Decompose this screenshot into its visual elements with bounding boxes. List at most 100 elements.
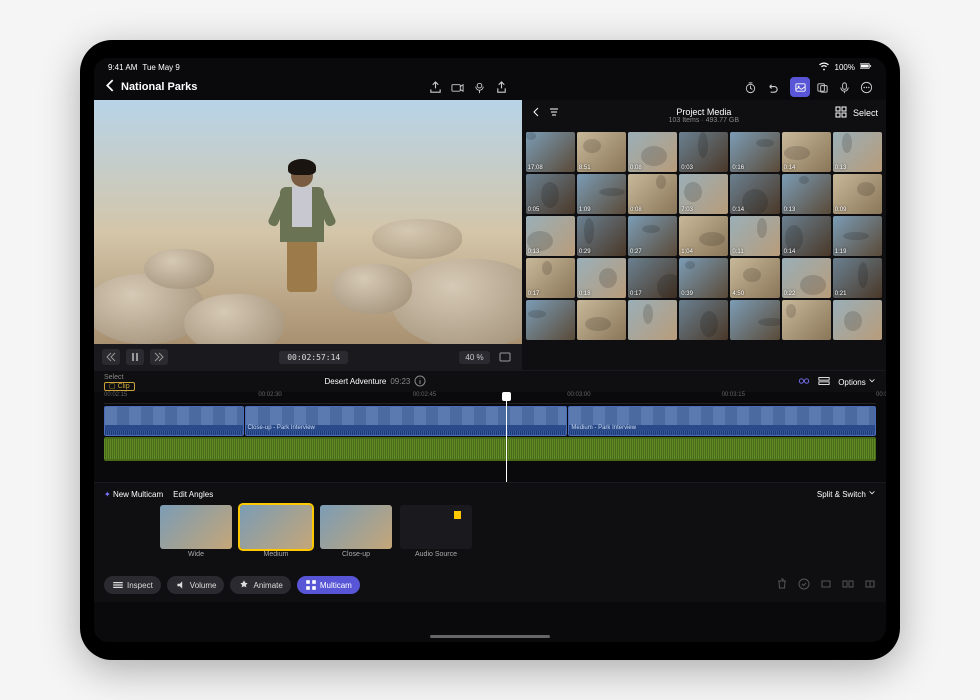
media-thumbnail[interactable]: [730, 300, 779, 340]
camera-button[interactable]: [448, 77, 468, 97]
browser-filter-button[interactable]: [548, 106, 560, 120]
media-thumbnail[interactable]: [577, 300, 626, 340]
edit-angles-button[interactable]: Edit Angles: [173, 490, 213, 499]
new-multicam-button[interactable]: ✦ New Multicam: [104, 490, 163, 499]
media-thumbnail[interactable]: [833, 174, 882, 214]
timer-button[interactable]: [740, 77, 760, 97]
ruler-tick: 00:02:30: [258, 392, 281, 398]
split-switch-button[interactable]: Split & Switch: [817, 489, 876, 499]
media-thumbnail[interactable]: [679, 174, 728, 214]
media-thumbnail[interactable]: [782, 174, 831, 214]
media-thumbnail[interactable]: [577, 258, 626, 298]
media-thumbnail[interactable]: [833, 300, 882, 340]
media-thumbnail[interactable]: [782, 258, 831, 298]
viewer-timecode[interactable]: 00:02:57:14: [279, 351, 348, 364]
next-frame-button[interactable]: [150, 349, 168, 365]
overlay-button[interactable]: [790, 77, 810, 97]
ruler-tick: 00:02:15: [104, 392, 127, 398]
timeline[interactable]: 00:02:1500:02:3000:02:4500:03:0000:03:15…: [94, 392, 886, 482]
multicam-angle[interactable]: Audio Source: [400, 505, 472, 558]
viewer-controls: 00:02:57:14 40 %: [94, 344, 522, 370]
media-thumbnail[interactable]: [628, 258, 677, 298]
timeline-ruler[interactable]: 00:02:1500:02:3000:02:4500:03:0000:03:15…: [104, 392, 876, 404]
media-thumbnail[interactable]: [782, 132, 831, 172]
home-indicator[interactable]: [430, 635, 550, 638]
playhead[interactable]: [506, 392, 507, 482]
video-clip[interactable]: Close-up - Park Interview: [245, 406, 568, 436]
media-thumbnail[interactable]: [730, 216, 779, 256]
media-thumbnail[interactable]: [526, 300, 575, 340]
volume-button[interactable]: Volume: [167, 576, 225, 594]
back-button[interactable]: National Parks: [104, 79, 197, 95]
options-button[interactable]: Options: [838, 377, 876, 387]
connect-clips-icon[interactable]: [798, 375, 810, 389]
media-thumbnail[interactable]: [526, 132, 575, 172]
approve-button[interactable]: [798, 578, 810, 592]
project-duration: 09:23: [390, 377, 410, 386]
ruler-tick: 00:03:00: [567, 392, 590, 398]
status-bar: 9:41 AM Tue May 9 100%: [94, 58, 886, 74]
viewer-zoom[interactable]: 40 %: [459, 351, 489, 364]
undo-button[interactable]: [762, 77, 782, 97]
media-thumbnail[interactable]: [526, 258, 575, 298]
browser-view-button[interactable]: [835, 106, 847, 120]
media-thumbnail[interactable]: [679, 258, 728, 298]
media-thumbnail[interactable]: [628, 174, 677, 214]
media-thumbnail[interactable]: [679, 132, 728, 172]
export-button[interactable]: [426, 77, 446, 97]
ruler-tick: 00:03:30: [876, 392, 886, 398]
browser-select-button[interactable]: Select: [853, 108, 878, 118]
timeline-layout-icon[interactable]: [818, 375, 830, 389]
media-thumbnail[interactable]: [730, 132, 779, 172]
media-thumbnail[interactable]: [782, 216, 831, 256]
media-thumbnail[interactable]: [577, 174, 626, 214]
play-pause-button[interactable]: [126, 349, 144, 365]
media-thumbnail[interactable]: [833, 132, 882, 172]
browser-back-button[interactable]: [530, 106, 542, 120]
multicam-angle[interactable]: Medium: [240, 505, 312, 558]
delete-button[interactable]: [776, 578, 788, 592]
media-thumbnail[interactable]: [577, 216, 626, 256]
media-thumbnail[interactable]: [730, 258, 779, 298]
tool1-button[interactable]: [820, 578, 832, 592]
media-thumbnail[interactable]: [526, 216, 575, 256]
mask-button[interactable]: [812, 77, 832, 97]
video-clip[interactable]: [104, 406, 244, 436]
media-thumbnail[interactable]: [833, 216, 882, 256]
browser-grid: [522, 130, 886, 370]
media-thumbnail[interactable]: [628, 300, 677, 340]
battery-icon: [860, 60, 872, 74]
multicam-angle[interactable]: Wide: [160, 505, 232, 558]
browser-title: Project Media: [676, 107, 731, 117]
media-thumbnail[interactable]: [730, 174, 779, 214]
info-icon[interactable]: [414, 375, 426, 389]
share-button[interactable]: [492, 77, 512, 97]
media-thumbnail[interactable]: [833, 258, 882, 298]
wifi-icon: [818, 60, 830, 74]
more-button[interactable]: [856, 77, 876, 97]
media-thumbnail[interactable]: [679, 300, 728, 340]
media-thumbnail[interactable]: [577, 132, 626, 172]
tool2-button[interactable]: [842, 578, 854, 592]
video-track[interactable]: Close-up - Park Interview Medium - Park …: [104, 406, 876, 436]
media-thumbnail[interactable]: [628, 216, 677, 256]
browser-meta: 103 Items · 493.77 GB: [669, 117, 739, 124]
media-thumbnail[interactable]: [782, 300, 831, 340]
media-thumbnail[interactable]: [679, 216, 728, 256]
media-thumbnail[interactable]: [526, 174, 575, 214]
voiceover-button[interactable]: [470, 77, 490, 97]
prev-frame-button[interactable]: [102, 349, 120, 365]
multicam-panel: ✦ New Multicam Edit Angles Split & Switc…: [94, 482, 886, 572]
viewer-canvas[interactable]: [94, 100, 522, 344]
animate-button[interactable]: Animate: [230, 576, 290, 594]
audio-track[interactable]: [104, 437, 876, 461]
mic-button[interactable]: [834, 77, 854, 97]
inspect-button[interactable]: Inspect: [104, 576, 161, 594]
clip-chip[interactable]: ▢ Clip: [104, 382, 135, 391]
multicam-button[interactable]: Multicam: [297, 576, 360, 594]
fullscreen-button[interactable]: [496, 349, 514, 365]
media-thumbnail[interactable]: [628, 132, 677, 172]
tool3-button[interactable]: [864, 578, 876, 592]
multicam-angle[interactable]: Close-up: [320, 505, 392, 558]
video-clip[interactable]: Medium - Park Interview: [568, 406, 876, 436]
